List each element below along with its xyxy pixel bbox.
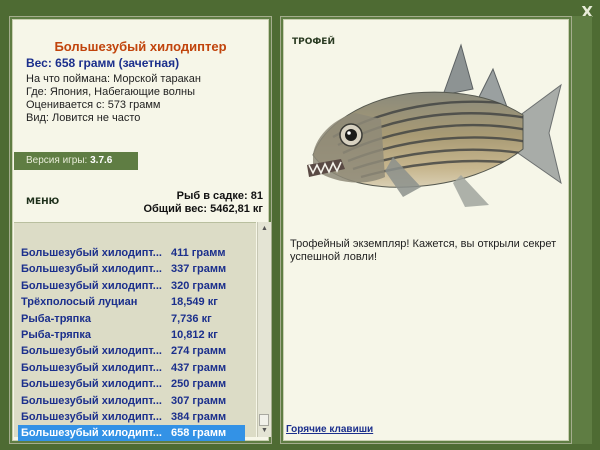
catch-fish-name: Большезубый хилодипт... [21, 427, 162, 440]
catch-list-item[interactable]: Большезубый хилодипт... 274 грамм [18, 343, 245, 359]
trophy-panel: ТРОФЕЙ Трофейный экземпляр! Кажется, вы … [280, 16, 572, 444]
catch-fish-weight: 437 грамм [171, 361, 227, 374]
catch-fish-weight: 384 грамм [171, 411, 227, 423]
catch-list-item[interactable]: Большезубый хилодипт... 320 грамм [18, 278, 245, 294]
version-bar: Версия игры: 3.7.6 [14, 152, 138, 170]
catch-fish-name: Трёхполосый луциан [21, 296, 138, 309]
catch-list-item[interactable]: Большезубый хилодипт... 411 грамм [18, 245, 245, 261]
catch-list-item[interactable]: Рыба-тряпка 7,736 кг [18, 311, 245, 327]
catch-fish-name: Большезубый хилодипт... [21, 279, 162, 292]
catch-list[interactable]: Большезубый хилодипт... 411 грамм Большезу… [14, 222, 256, 442]
version-value: 3.7.6 [90, 155, 113, 166]
scored-from-info: Оценивается с: 573 грамм [26, 99, 161, 111]
trophy-message: Трофейный экземпляр! Кажется, вы открыли… [290, 238, 557, 263]
version-label: Версия игры: [26, 155, 88, 166]
catch-fish-weight: 10,812 кг [171, 329, 218, 341]
catch-fish-weight: 658 грамм [171, 427, 227, 440]
hotkeys-link[interactable]: Горячие клавиши [286, 424, 373, 435]
catch-fish-name: Рыба-тряпка [21, 329, 91, 341]
catch-list-item[interactable]: Большезубый хилодипт... 307 грамм [18, 393, 245, 409]
location-info: Где: Япония, Набегающие волны [26, 86, 196, 98]
fish-weight: Вес: 658 грамм (зачетная) [26, 56, 180, 70]
scroll-down-icon[interactable]: ▼ [259, 425, 270, 436]
trophy-label: ТРОФЕЙ [292, 37, 335, 47]
catch-fish-weight: 411 грамм [171, 247, 226, 259]
catch-list-item[interactable]: Большезубый хилодипт... 658 грамм [18, 425, 245, 442]
catch-list-item[interactable]: Большезубый хилодипт... 337 грамм [18, 261, 245, 277]
catch-list-item[interactable]: Большезубый хилодипт... 384 грамм [18, 409, 245, 425]
catch-fish-weight: 18,549 кг [171, 296, 218, 309]
keepnet-count: Рыб в садке: 81 [176, 190, 263, 202]
fish-title: Большезубый хилодиптер [54, 39, 227, 54]
total-weight: Общий вес: 5462,81 кг [143, 203, 263, 215]
window-edge [572, 16, 592, 444]
fish-image [307, 43, 562, 207]
frequency-info: Вид: Ловится не часто [26, 112, 141, 124]
catch-fish-weight: 320 грамм [171, 279, 227, 292]
catch-fish-name: Большезубый хилодипт... [21, 247, 162, 259]
catch-fish-weight: 274 грамм [171, 345, 227, 358]
catch-fish-name: Большезубый хилодипт... [21, 263, 162, 276]
bait-info: На что поймана: Морской таракан [26, 73, 201, 85]
catch-fish-name: Рыба-тряпка [21, 312, 91, 325]
catch-fish-name: Большезубый хилодипт... [21, 345, 162, 358]
catch-list-item[interactable]: Большезубый хилодипт... 437 грамм [18, 360, 245, 376]
catch-list-item[interactable]: Рыба-тряпка 10,812 кг [18, 327, 245, 343]
catch-fish-weight: 337 грамм [171, 263, 227, 276]
fish-info-panel: Большезубый хилодиптер Вес: 658 грамм (з… [9, 16, 272, 444]
scroll-up-icon[interactable]: ▲ [259, 223, 270, 234]
catch-fish-name: Большезубый хилодипт... [21, 361, 162, 374]
keepnet-stats: Рыб в садке: 81 Общий вес: 5462,81 кг [143, 190, 263, 216]
catch-list-item[interactable]: Большезубый хилодипт... 250 грамм [18, 376, 245, 392]
catch-fish-weight: 7,736 кг [171, 312, 212, 325]
catch-fish-name: Большезубый хилодипт... [21, 394, 162, 407]
list-scrollbar[interactable]: ▲ ▼ [257, 222, 271, 437]
catch-list-item[interactable]: Трёхполосый луциан 18,549 кг [18, 294, 245, 310]
catch-fish-name: Большезубый хилодипт... [21, 378, 162, 391]
menu-button[interactable]: МЕНЮ [26, 197, 59, 207]
catch-fish-name: Большезубый хилодипт... [21, 411, 162, 423]
catch-fish-weight: 307 грамм [171, 394, 227, 407]
catch-fish-weight: 250 грамм [171, 378, 227, 391]
